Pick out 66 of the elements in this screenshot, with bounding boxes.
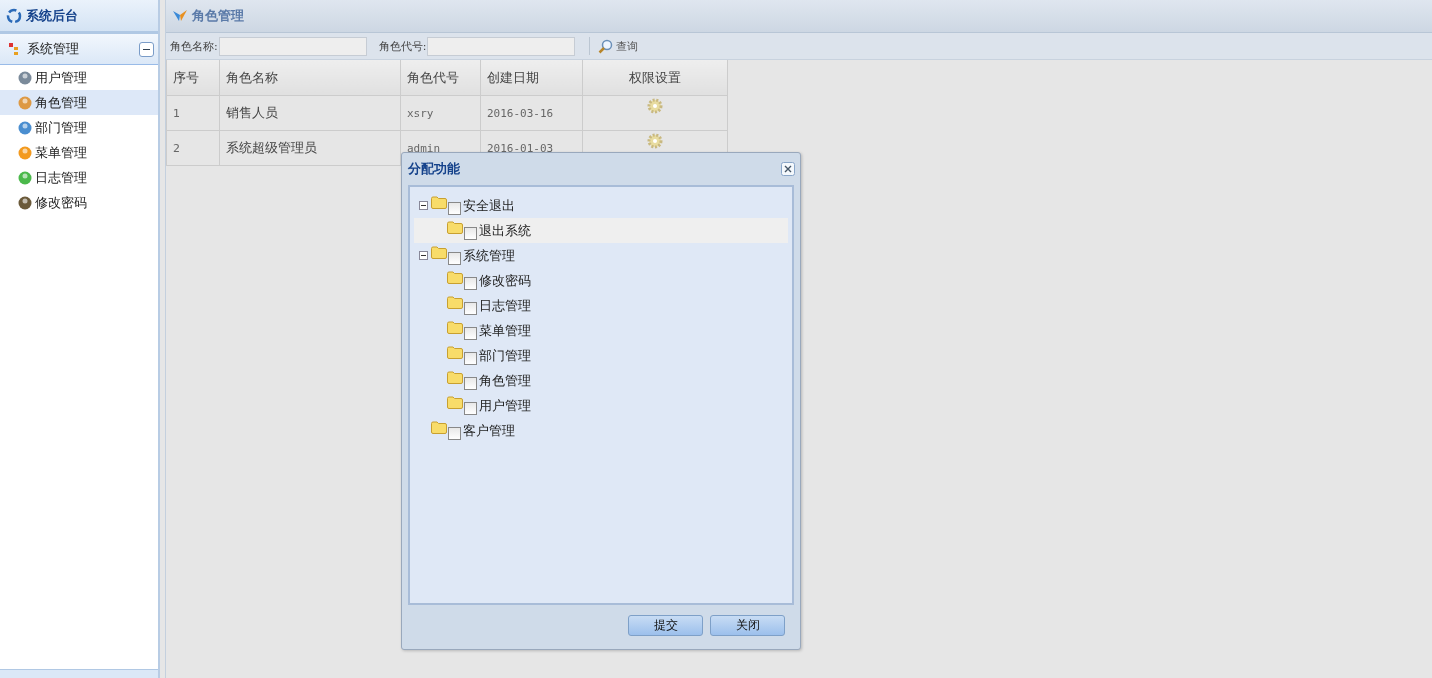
menu-item[interactable]: 菜单管理 bbox=[0, 140, 158, 165]
sidebar-title: 系统后台 bbox=[26, 6, 78, 25]
search-label: 角色代号: bbox=[378, 38, 427, 54]
search-icon bbox=[598, 38, 614, 54]
gear-icon[interactable] bbox=[646, 98, 663, 114]
menu-item[interactable]: 部门管理 bbox=[0, 115, 158, 140]
checkbox[interactable] bbox=[464, 302, 477, 315]
column-header: 权限设置 bbox=[582, 60, 728, 96]
menu-item[interactable]: 用户管理 bbox=[0, 65, 158, 90]
menu-item[interactable]: 日志管理 bbox=[0, 165, 158, 190]
tree-node[interactable]: 日志管理 bbox=[414, 293, 788, 318]
checkbox[interactable] bbox=[464, 402, 477, 415]
close-icon[interactable] bbox=[781, 162, 795, 176]
tree-node[interactable]: 安全退出 bbox=[414, 193, 788, 218]
table-cell: 1 bbox=[166, 95, 220, 131]
tree-node[interactable]: 部门管理 bbox=[414, 343, 788, 368]
table-cell: 系统超级管理员 bbox=[219, 130, 401, 166]
folder-icon bbox=[447, 271, 463, 284]
checkbox[interactable] bbox=[464, 277, 477, 290]
collapse-icon[interactable] bbox=[419, 251, 428, 260]
tree-node[interactable]: 菜单管理 bbox=[414, 318, 788, 343]
table-cell: xsry bbox=[400, 95, 481, 131]
column-header: 序号 bbox=[166, 60, 220, 96]
panel-title: 角色管理 bbox=[192, 7, 244, 25]
table-cell: 2016-03-16 bbox=[480, 95, 583, 131]
folder-icon bbox=[431, 421, 447, 434]
checkbox[interactable] bbox=[464, 352, 477, 365]
tree-node[interactable]: 系统管理 bbox=[414, 243, 788, 268]
menu-item[interactable]: 角色管理 bbox=[0, 90, 158, 115]
table-cell: 2 bbox=[166, 130, 220, 166]
folder-icon bbox=[447, 371, 463, 384]
menu-item[interactable]: 修改密码 bbox=[0, 190, 158, 215]
section-header[interactable]: 系统管理 bbox=[0, 34, 158, 65]
search-field[interactable] bbox=[218, 36, 367, 56]
query-button[interactable]: 查询 bbox=[596, 38, 641, 54]
folder-icon bbox=[447, 296, 463, 309]
tree-node[interactable]: 用户管理 bbox=[414, 393, 788, 418]
checkbox[interactable] bbox=[464, 377, 477, 390]
collapse-icon[interactable] bbox=[419, 201, 428, 210]
tree-node[interactable]: 角色管理 bbox=[414, 368, 788, 393]
table-cell: 销售人员 bbox=[219, 95, 401, 131]
folder-icon bbox=[431, 196, 447, 209]
search-field[interactable] bbox=[427, 36, 576, 56]
checkbox[interactable] bbox=[448, 252, 461, 265]
checkbox[interactable] bbox=[448, 427, 461, 440]
tree-node[interactable]: 退出系统 bbox=[414, 218, 788, 243]
search-label: 角色名称: bbox=[170, 38, 218, 54]
tree-node[interactable]: 客户管理 bbox=[414, 418, 788, 443]
collapse-button[interactable] bbox=[139, 41, 154, 57]
folder-icon bbox=[447, 321, 463, 334]
close-button[interactable]: 关闭 bbox=[710, 615, 785, 636]
folder-icon bbox=[447, 221, 463, 234]
checkbox[interactable] bbox=[464, 327, 477, 340]
column-header: 创建日期 bbox=[480, 60, 583, 96]
checkbox[interactable] bbox=[448, 202, 461, 215]
column-header: 角色名称 bbox=[219, 60, 401, 96]
gear-icon[interactable] bbox=[646, 133, 663, 149]
folder-icon bbox=[447, 346, 463, 359]
tree-node[interactable]: 修改密码 bbox=[414, 268, 788, 293]
submit-button[interactable]: 提交 bbox=[628, 615, 703, 636]
column-header: 角色代号 bbox=[400, 60, 481, 96]
folder-icon bbox=[431, 246, 447, 259]
section-title: 系统管理 bbox=[27, 40, 80, 58]
folder-icon bbox=[447, 396, 463, 409]
checkbox[interactable] bbox=[464, 227, 477, 240]
refresh-icon bbox=[6, 7, 22, 24]
